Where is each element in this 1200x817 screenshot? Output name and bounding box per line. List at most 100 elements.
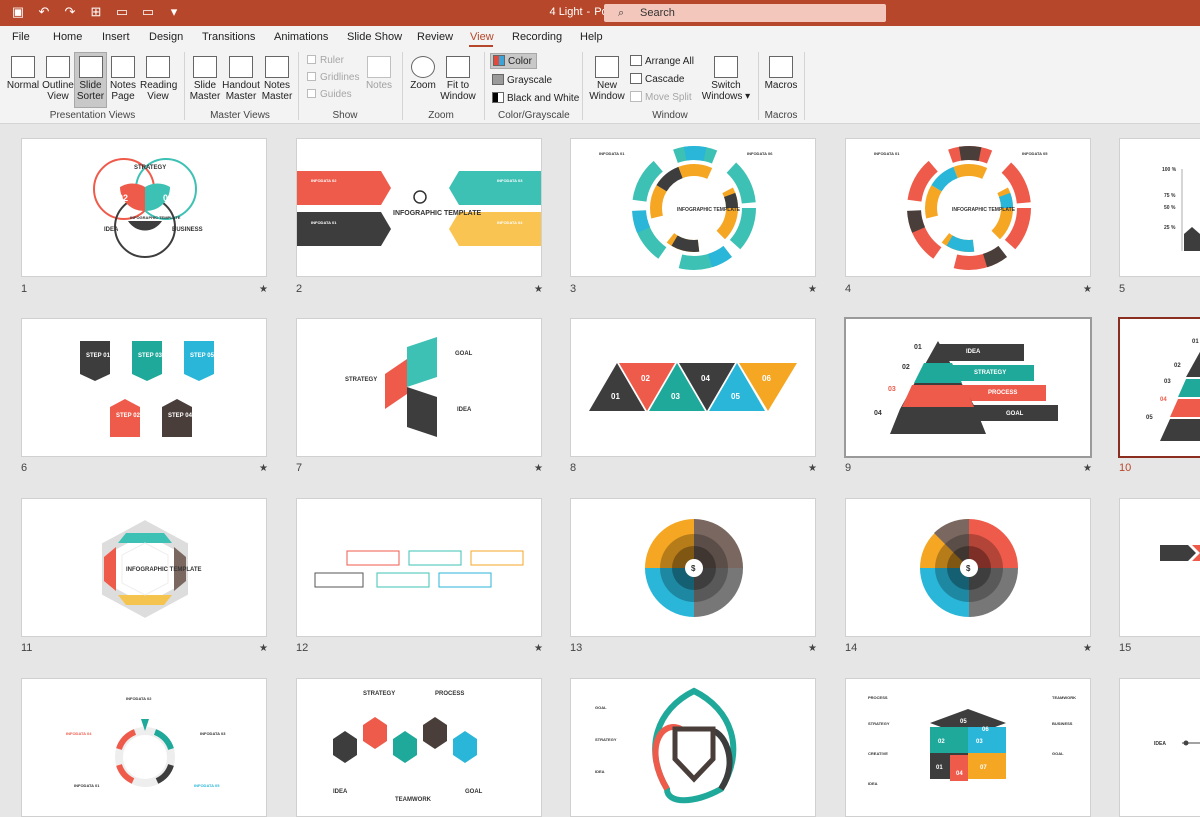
black-white-button[interactable]: Black and White	[492, 92, 579, 104]
slide-thumbnail-19[interactable]: PROCESS STRATEGY CREATIVE IDEA TEAMWORK …	[845, 678, 1091, 817]
color-swatch-icon	[493, 55, 505, 66]
slide-label: 07	[980, 765, 987, 771]
ribbon-tabs: File Home Insert Design Transitions Anim…	[0, 26, 1200, 48]
slide-7-graphic: GOAL STRATEGY IDEA	[345, 337, 473, 437]
macros-button[interactable]: Macros	[764, 56, 798, 91]
reading-view-button[interactable]: Reading View	[140, 56, 177, 102]
new-window-button[interactable]: New Window	[588, 56, 626, 102]
guides-checkbox[interactable]: Guides	[307, 89, 352, 100]
notes-icon	[367, 56, 391, 78]
notes-button[interactable]: Notes	[364, 56, 394, 91]
normal-view-button[interactable]: Normal	[5, 56, 41, 91]
slide-thumbnail-7[interactable]: GOAL STRATEGY IDEA	[296, 318, 542, 457]
group-label-master-views: Master Views	[210, 110, 270, 121]
slide-label: INFODATA 06	[747, 151, 773, 156]
transition-star-icon: ★	[259, 284, 268, 295]
slide-label: 05	[731, 392, 740, 401]
slide-label: 01	[914, 344, 922, 351]
slide-thumbnail-12[interactable]	[296, 498, 542, 637]
transition-star-icon: ★	[1083, 643, 1092, 654]
search-box[interactable]: ⌕ Search	[604, 4, 886, 22]
slide-number: 6	[21, 462, 28, 474]
tab-slide-show[interactable]: Slide Show	[347, 31, 402, 43]
slide-label: 04	[701, 374, 710, 383]
slide-label: 05	[1146, 415, 1153, 421]
outline-view-button[interactable]: Outline View	[40, 56, 76, 102]
transition-star-icon: ★	[808, 284, 817, 295]
normal-view-icon	[11, 56, 35, 78]
slide-label: GOAL	[455, 351, 473, 357]
tab-home[interactable]: Home	[53, 31, 82, 43]
slide-thumbnail-3[interactable]: INFOGRAPHIC TEMPLATE INFODATA 01 INFODAT…	[570, 138, 816, 277]
slide-2-graphic: INFOGRAPHIC TEMPLATE INFODATA 02 INFODAT…	[297, 171, 541, 246]
slide-label: 04	[956, 771, 963, 777]
slide-thumbnail-9[interactable]: IDEA STRATEGY PROCESS GOAL 01 02 03 04	[844, 317, 1092, 458]
group-label-window: Window	[652, 110, 688, 121]
tab-insert[interactable]: Insert	[102, 31, 130, 43]
slide-label: STRATEGY	[868, 721, 890, 726]
slide-label: IDEA	[457, 407, 472, 413]
slide-thumbnail-5[interactable]: 100 % 75 % 50 % 25 %	[1119, 138, 1200, 277]
tab-view[interactable]: View	[470, 31, 494, 43]
slide-thumbnail-14[interactable]: $	[845, 498, 1091, 637]
slide-label: IDEA	[333, 789, 348, 795]
tab-file[interactable]: File	[12, 31, 30, 43]
transition-star-icon: ★	[808, 463, 817, 474]
window-title: 4 Light-PowerPoint	[549, 6, 651, 18]
slide-thumbnail-1[interactable]: STRATEGY IDEA BUSINESS INFOGRAPHIC TEMPL…	[21, 138, 267, 277]
slide-thumbnail-11[interactable]: INFOGRAPHIC TEMPLATE	[21, 498, 267, 637]
zoom-button[interactable]: Zoom	[407, 56, 439, 91]
ruler-checkbox[interactable]: Ruler	[307, 55, 344, 66]
slide-label: INFODATA 02	[311, 178, 337, 183]
slide-thumbnail-17[interactable]: STRATEGY PROCESS IDEA TEAMWORK GOAL	[296, 678, 542, 817]
move-split-button[interactable]: Move Split	[630, 91, 692, 103]
slide-thumbnail-10[interactable]: 01 02 03 04 05	[1118, 317, 1200, 458]
slide-label: 50 %	[1164, 205, 1176, 211]
fit-to-window-button[interactable]: Fit to Window	[439, 56, 477, 102]
slide-thumbnail-2[interactable]: INFOGRAPHIC TEMPLATE INFODATA 02 INFODAT…	[296, 138, 542, 277]
slide-master-button[interactable]: Slide Master	[188, 56, 222, 102]
group-separator	[758, 52, 759, 120]
slide-thumbnail-20[interactable]: IDEA	[1119, 678, 1200, 817]
slide-label: INFODATA 01	[874, 151, 900, 156]
cascade-button[interactable]: Cascade	[630, 73, 684, 85]
slide-thumbnail-4[interactable]: INFOGRAPHIC TEMPLATE INFODATA 01 INFODAT…	[845, 138, 1091, 277]
gridlines-checkbox[interactable]: Gridlines	[307, 72, 359, 83]
group-separator	[402, 52, 403, 120]
slide-thumbnail-6[interactable]: STEP 01 STEP 03 STEP 05 STEP 02 STEP 04	[21, 318, 267, 457]
reading-view-icon	[146, 56, 170, 78]
group-label-presentation-views: Presentation Views	[49, 110, 136, 121]
cascade-icon	[630, 73, 642, 84]
arrange-all-button[interactable]: Arrange All	[630, 55, 694, 67]
slide-label: 01	[611, 392, 620, 401]
slide-thumbnail-15[interactable]	[1119, 498, 1200, 637]
checkbox-icon	[307, 89, 316, 98]
slide-20-graphic: IDEA	[1154, 740, 1200, 747]
color-button[interactable]: Color	[490, 53, 537, 69]
new-window-icon	[595, 56, 619, 78]
notes-page-button[interactable]: Notes Page	[108, 56, 138, 102]
switch-windows-button[interactable]: Switch Windows ▾	[700, 56, 752, 102]
search-icon: ⌕	[618, 7, 625, 19]
notes-master-button[interactable]: Notes Master	[261, 56, 293, 102]
tab-review[interactable]: Review	[417, 31, 453, 43]
title-bar: ▣ ↶ ↷ ⊞ ▭ ▭ ▾ 4 Light-PowerPoint ⌕ Searc…	[0, 0, 1200, 26]
slide-thumbnail-16[interactable]: INFODATA 02 INFODATA 04 INFODATA 03 INFO…	[21, 678, 267, 817]
slide-6-graphic: STEP 01 STEP 03 STEP 05 STEP 02 STEP 04	[80, 341, 215, 437]
handout-master-button[interactable]: Handout Master	[222, 56, 260, 102]
slide-thumbnail-8[interactable]: 01 02 03 04 05 06	[570, 318, 816, 457]
transition-star-icon: ★	[808, 643, 817, 654]
slide-sorter-button[interactable]: Slide Sorter	[74, 52, 107, 108]
slide-label: TEAMWORK	[395, 797, 432, 803]
slide-label: 02	[902, 364, 910, 371]
tab-animations[interactable]: Animations	[274, 31, 328, 43]
slide-thumbnail-13[interactable]: $	[570, 498, 816, 637]
tab-transitions[interactable]: Transitions	[202, 31, 255, 43]
transition-star-icon: ★	[1083, 463, 1092, 474]
grayscale-button[interactable]: Grayscale	[492, 74, 552, 86]
tab-recording[interactable]: Recording	[512, 31, 562, 43]
tab-help[interactable]: Help	[580, 31, 603, 43]
slide-label: IDEA	[1154, 741, 1166, 747]
tab-design[interactable]: Design	[149, 31, 183, 43]
slide-thumbnail-18[interactable]: GOAL STRATEGY IDEA	[570, 678, 816, 817]
